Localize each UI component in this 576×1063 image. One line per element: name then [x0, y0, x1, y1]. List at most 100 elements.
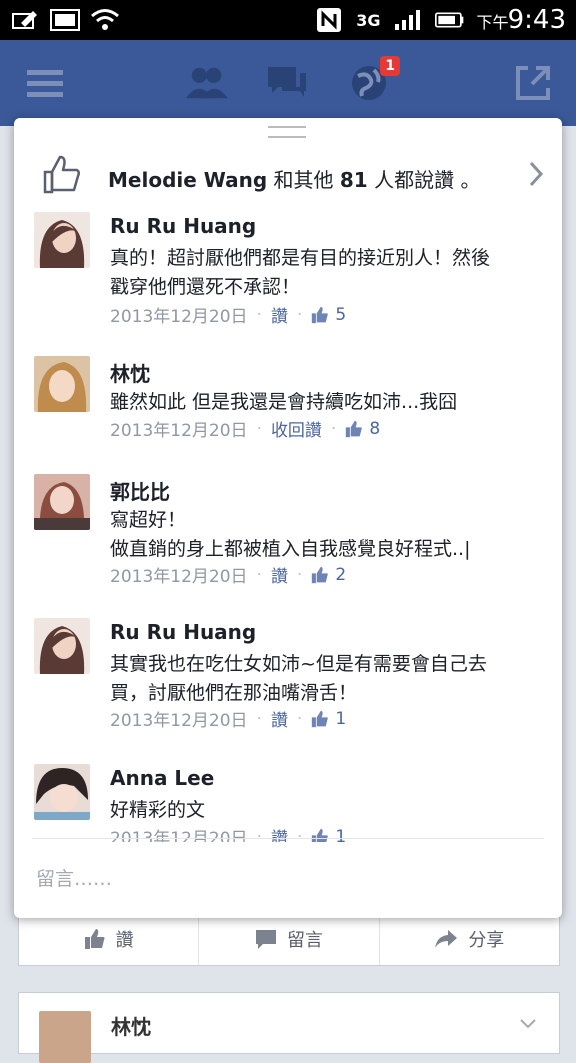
likes-first-name: Melodie Wang: [108, 168, 268, 192]
likes-summary-text: Melodie Wang 和其他 81 人都說讚 。: [108, 164, 480, 193]
chat-icon: [268, 67, 306, 97]
avatar: [39, 1011, 91, 1063]
avatar[interactable]: [34, 618, 90, 674]
comment-item: Anna Lee 好精彩的文 2013年12月20日 · 讚 · 1: [14, 758, 562, 842]
comment-date: 2013年12月20日: [110, 421, 248, 441]
comment-like-count[interactable]: 2: [311, 565, 346, 585]
battery-icon: [434, 8, 465, 32]
thumb-up-icon: [312, 566, 329, 583]
comment-like-count[interactable]: 8: [345, 419, 380, 439]
notification-badge: 1: [380, 56, 400, 76]
comment-author[interactable]: 林忱: [110, 358, 150, 387]
avatar[interactable]: [34, 764, 90, 820]
comment-text: 寫超好！ 做直銷的身上都被植入自我感覺良好程式..|: [110, 506, 540, 564]
comment-like-button[interactable]: 讚: [271, 562, 288, 587]
comment-line: 雖然如此 但是我還是會持續吃如沛...我囧: [110, 391, 458, 413]
comment-text: 真的！超討厭他們都是有目的接近別人！然後 戳穿他們還死不承認！: [110, 244, 540, 302]
clock: 9:43: [507, 5, 566, 35]
comment-like-count[interactable]: 1: [311, 827, 346, 842]
drag-handle[interactable]: [268, 126, 306, 138]
comment-item: 林忱 雖然如此 但是我還是會持續吃如沛...我囧 2013年12月20日 · 收…: [14, 350, 562, 442]
hamburger-icon: [27, 70, 63, 97]
comment-date: 2013年12月20日: [110, 307, 248, 327]
comment-line: 寫超好！: [110, 509, 187, 531]
background-post-actions: 讚 留言 分享: [18, 912, 560, 966]
comment-author[interactable]: Ru Ru Huang: [110, 214, 256, 238]
background-like-button[interactable]: 讚: [19, 913, 200, 965]
thumb-up-icon: [312, 710, 329, 727]
background-next-post: 林忱: [18, 992, 560, 1063]
messages-button[interactable]: [266, 62, 308, 104]
nfc-icon: [314, 8, 344, 32]
comment-line: 做直銷的身上都被植入自我感覺良好程式..|: [110, 538, 471, 560]
comment-line: 戳穿他們還死不承認！: [110, 276, 301, 298]
comments-dialog: Melodie Wang 和其他 81 人都說讚 。 Ru Ru Huang 真…: [14, 118, 562, 918]
comment-icon: [255, 930, 276, 949]
likes-count: 81: [339, 168, 368, 192]
edit-icon: [10, 8, 40, 32]
comment-date: 2013年12月20日: [110, 829, 248, 842]
network-type: 3G: [356, 10, 381, 30]
comment-like-button[interactable]: 讚: [271, 824, 288, 842]
notifications-button[interactable]: 1: [348, 56, 400, 104]
comment-author[interactable]: 郭比比: [110, 476, 170, 505]
comment-line: 買，討厭他們在那油嘴滑舌！: [110, 682, 358, 704]
menu-button[interactable]: [24, 62, 66, 104]
image-icon: [50, 8, 80, 32]
ampm-label: 下午: [476, 13, 509, 32]
comment-author[interactable]: Ru Ru Huang: [110, 620, 256, 644]
comment-like-button[interactable]: 讚: [271, 706, 288, 731]
share-icon: [435, 930, 458, 948]
like-outline-icon: [43, 155, 81, 194]
background-share-button[interactable]: 分享: [380, 913, 559, 965]
comment-meta: 2013年12月20日 · 讚 · 1: [110, 706, 346, 732]
chevron-right-icon: [529, 161, 544, 187]
comment-meta: 2013年12月20日 · 收回讚 · 8: [110, 416, 380, 442]
thumb-up-icon: [346, 420, 363, 437]
top-nav-bar: 1: [0, 40, 576, 126]
comment-author[interactable]: Anna Lee: [110, 766, 214, 790]
friend-requests-button[interactable]: [186, 62, 228, 104]
comment-unlike-button[interactable]: 收回讚: [271, 416, 322, 441]
comment-text: 雖然如此 但是我還是會持續吃如沛...我囧: [110, 388, 540, 417]
comment-text: 好精彩的文: [110, 796, 540, 825]
background-comment-label: 留言: [286, 930, 323, 951]
friends-icon: [186, 67, 228, 99]
comment-line: 真的！超討厭他們都是有目的接近別人！然後: [110, 247, 491, 269]
status-bar: 3G 下午 9:43: [0, 0, 576, 40]
comment-line: 好精彩的文: [110, 799, 206, 821]
background-comment-button[interactable]: 留言: [199, 913, 380, 965]
avatar[interactable]: [34, 356, 90, 412]
comment-item: Ru Ru Huang 其實我也在吃仕女如沛~但是有需要會自己去 買，討厭他們在…: [14, 612, 562, 732]
likes-suffix-text: 人都說讚 。: [367, 168, 481, 192]
signal-icon: [393, 8, 423, 32]
thumb-up-icon: [312, 306, 329, 323]
comment-line: 其實我也在吃仕女如沛~但是有需要會自己去: [110, 653, 487, 675]
share-out-icon: [516, 66, 550, 100]
comment-like-count[interactable]: 1: [311, 709, 346, 729]
comment-like-button[interactable]: 讚: [271, 302, 288, 327]
likes-mid-text: 和其他: [267, 168, 340, 192]
wifi-icon: [90, 8, 120, 32]
background-post-author: 林忱: [111, 1015, 151, 1039]
comment-date: 2013年12月20日: [110, 567, 248, 587]
comment-item: 郭比比 寫超好！ 做直銷的身上都被植入自我感覺良好程式..| 2013年12月2…: [14, 468, 562, 588]
input-divider: [32, 838, 544, 839]
comment-text: 其實我也在吃仕女如沛~但是有需要會自己去 買，討厭他們在那油嘴滑舌！: [110, 650, 540, 708]
compose-share-button[interactable]: [512, 62, 554, 104]
likes-summary-row[interactable]: Melodie Wang 和其他 81 人都說讚 。: [14, 138, 562, 194]
avatar[interactable]: [34, 474, 90, 530]
chevron-down-icon[interactable]: [519, 1011, 537, 1035]
comment-meta: 2013年12月20日 · 讚 · 1: [110, 824, 346, 842]
comment-date: 2013年12月20日: [110, 711, 248, 731]
thumb-up-icon: [312, 828, 329, 842]
comment-input[interactable]: [34, 858, 538, 900]
comment-item: Ru Ru Huang 真的！超討厭他們都是有目的接近別人！然後 戳穿他們還死不…: [14, 206, 562, 328]
avatar[interactable]: [34, 212, 90, 268]
comment-like-count[interactable]: 5: [311, 305, 346, 325]
background-share-label: 分享: [468, 930, 505, 951]
comments-list: Ru Ru Huang 真的！超討厭他們都是有目的接近別人！然後 戳穿他們還死不…: [14, 202, 562, 842]
comment-meta: 2013年12月20日 · 讚 · 5: [110, 302, 346, 328]
background-like-label: 讚: [115, 930, 134, 951]
comment-meta: 2013年12月20日 · 讚 · 2: [110, 562, 346, 588]
